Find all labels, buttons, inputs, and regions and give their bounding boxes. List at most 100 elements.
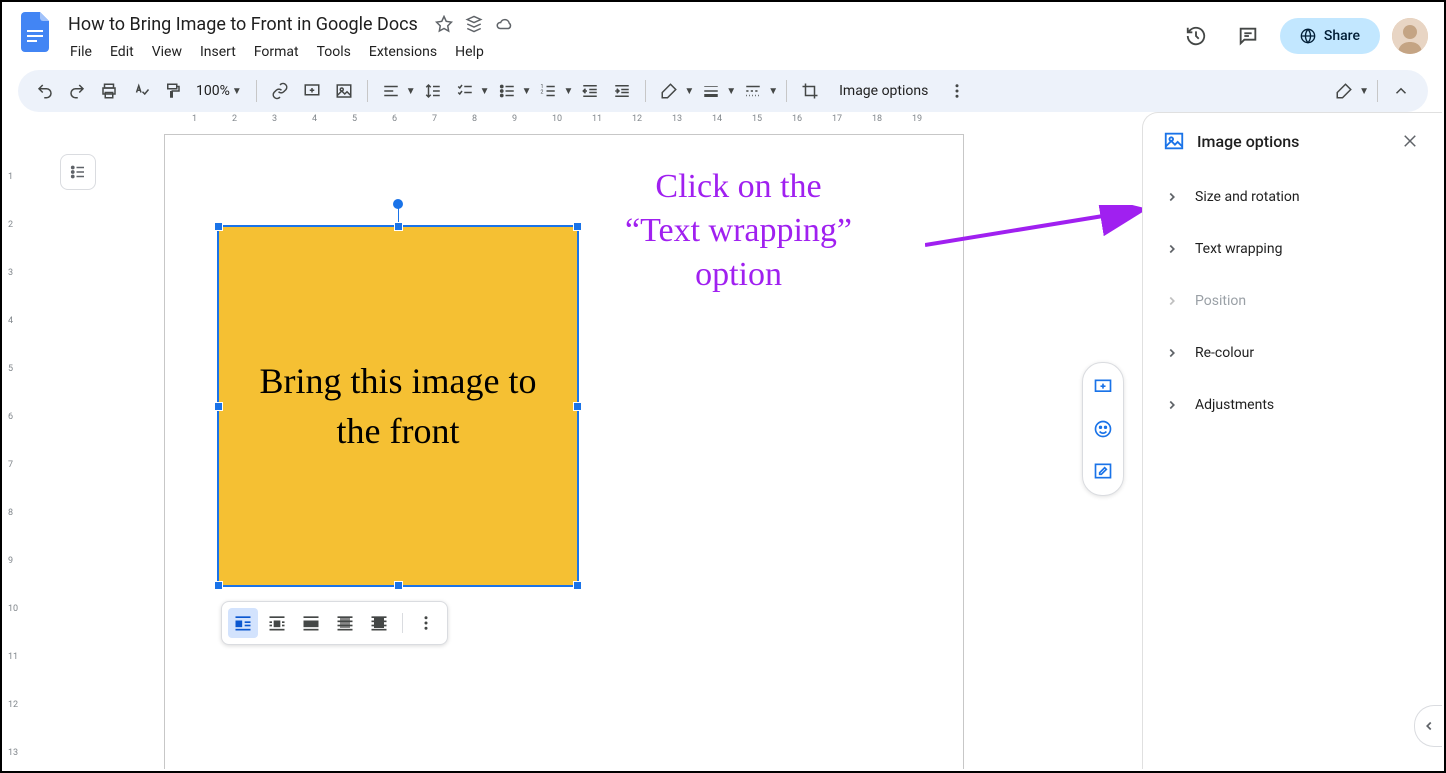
wrap-behind-button[interactable]: [330, 608, 360, 638]
image-icon: [1163, 130, 1185, 152]
menu-edit[interactable]: Edit: [102, 40, 142, 64]
menu-format[interactable]: Format: [246, 40, 307, 64]
star-icon[interactable]: [434, 14, 454, 34]
border-weight-button[interactable]: [696, 76, 726, 106]
close-icon[interactable]: [1398, 129, 1422, 153]
chevron-right-icon: [1165, 398, 1179, 412]
spellcheck-button[interactable]: [126, 76, 156, 106]
image-content: Bring this image to the front: [219, 227, 577, 585]
chevron-down-icon[interactable]: ▼: [1359, 86, 1369, 97]
page-side-actions: [1082, 362, 1124, 496]
move-icon[interactable]: [464, 14, 484, 34]
resize-handle-bl[interactable]: [214, 581, 223, 590]
chevron-right-icon: [1165, 190, 1179, 204]
wrap-more-button[interactable]: [411, 608, 441, 638]
chevron-down-icon: ▼: [232, 86, 242, 97]
horizontal-ruler: 1 2 3 4 5 6 7 8 9 10 11 12 13 14 15 16 1…: [164, 112, 1142, 132]
align-button[interactable]: [376, 76, 406, 106]
comments-icon[interactable]: [1228, 16, 1268, 56]
title-area: How to Bring Image to Front in Google Do…: [62, 10, 1176, 66]
resize-handle-ml[interactable]: [214, 402, 223, 411]
wrap-inline-button[interactable]: [228, 608, 258, 638]
wrap-front-button[interactable]: [364, 608, 394, 638]
collapse-toolbar-button[interactable]: [1386, 76, 1416, 106]
menu-tools[interactable]: Tools: [309, 40, 359, 64]
sidebar-item-text-wrapping[interactable]: Text wrapping: [1151, 223, 1434, 275]
resize-handle-mr[interactable]: [573, 402, 582, 411]
paint-format-button[interactable]: [158, 76, 188, 106]
image-wrap-toolbar: [221, 601, 448, 645]
history-icon[interactable]: [1176, 16, 1216, 56]
chevron-down-icon[interactable]: ▼: [522, 86, 532, 97]
sidebar-item-position: Position: [1151, 275, 1434, 327]
editing-mode-button[interactable]: [1329, 76, 1359, 106]
toolbar: 100% ▼ ▼ ▼ ▼ 12 ▼ ▼ ▼ ▼ Image options ▼: [18, 70, 1428, 112]
sidebar-item-adjustments[interactable]: Adjustments: [1151, 379, 1434, 431]
chevron-down-icon[interactable]: ▼: [726, 86, 736, 97]
chevron-right-icon: [1165, 242, 1179, 256]
line-spacing-button[interactable]: [418, 76, 448, 106]
undo-button[interactable]: [30, 76, 60, 106]
resize-handle-br[interactable]: [573, 581, 582, 590]
globe-icon: [1300, 28, 1316, 44]
redo-button[interactable]: [62, 76, 92, 106]
numbered-list-button[interactable]: 12: [533, 76, 563, 106]
chevron-down-icon[interactable]: ▼: [768, 86, 778, 97]
user-avatar[interactable]: [1392, 18, 1428, 54]
share-button[interactable]: Share: [1280, 18, 1380, 54]
menu-view[interactable]: View: [144, 40, 190, 64]
resize-handle-tl[interactable]: [214, 222, 223, 231]
menu-help[interactable]: Help: [447, 40, 492, 64]
menu-insert[interactable]: Insert: [192, 40, 244, 64]
image-options-button[interactable]: Image options: [827, 77, 940, 105]
cloud-status-icon[interactable]: [494, 14, 514, 34]
document-outline-button[interactable]: [60, 154, 96, 190]
vertical-ruler: 1 2 3 4 5 6 7 8 9 10 11 12 13: [4, 112, 24, 769]
document-canvas[interactable]: 1 2 3 4 5 6 7 8 9 10 11 12 13 14 15 16 1…: [24, 112, 1142, 769]
app-header: How to Bring Image to Front in Google Do…: [2, 2, 1444, 66]
chevron-down-icon[interactable]: ▼: [684, 86, 694, 97]
suggest-edits-button[interactable]: [1087, 455, 1119, 487]
sidebar-item-label: Text wrapping: [1195, 241, 1282, 257]
sidebar-item-label: Re-colour: [1195, 345, 1254, 361]
link-button[interactable]: [265, 76, 295, 106]
increase-indent-button[interactable]: [607, 76, 637, 106]
border-dash-button[interactable]: [738, 76, 768, 106]
more-options-button[interactable]: [942, 76, 972, 106]
resize-handle-tr[interactable]: [573, 222, 582, 231]
svg-text:2: 2: [541, 89, 544, 95]
header-right: Share: [1176, 16, 1428, 56]
chevron-right-icon: [1165, 294, 1179, 308]
border-color-button[interactable]: [654, 76, 684, 106]
menu-file[interactable]: File: [62, 40, 100, 64]
sidebar-title: Image options: [1197, 132, 1386, 151]
emoji-reaction-button[interactable]: [1087, 413, 1119, 445]
sidebar-item-size-rotation[interactable]: Size and rotation: [1151, 171, 1434, 223]
chevron-down-icon[interactable]: ▼: [406, 86, 416, 97]
annotation-arrow: [925, 205, 1142, 255]
wrap-text-button[interactable]: [262, 608, 292, 638]
docs-logo-icon[interactable]: [18, 14, 54, 50]
image-options-sidebar: Image options Size and rotation Text wra…: [1142, 112, 1442, 769]
print-button[interactable]: [94, 76, 124, 106]
crop-button[interactable]: [795, 76, 825, 106]
add-comment-button[interactable]: [297, 76, 327, 106]
chevron-right-icon: [1165, 346, 1179, 360]
resize-handle-tm[interactable]: [394, 222, 403, 231]
checklist-button[interactable]: [450, 76, 480, 106]
chevron-down-icon[interactable]: ▼: [563, 86, 573, 97]
bulleted-list-button[interactable]: [492, 76, 522, 106]
chevron-down-icon[interactable]: ▼: [480, 86, 490, 97]
insert-image-button[interactable]: [329, 76, 359, 106]
zoom-select[interactable]: 100% ▼: [190, 79, 248, 103]
decrease-indent-button[interactable]: [575, 76, 605, 106]
resize-handle-bm[interactable]: [394, 581, 403, 590]
wrap-break-button[interactable]: [296, 608, 326, 638]
sidebar-item-label: Adjustments: [1195, 397, 1274, 413]
document-title[interactable]: How to Bring Image to Front in Google Do…: [62, 12, 424, 37]
menu-extensions[interactable]: Extensions: [361, 40, 445, 64]
selected-image[interactable]: Bring this image to the front: [217, 225, 579, 587]
rotate-handle[interactable]: [393, 199, 403, 209]
add-comment-side-button[interactable]: [1087, 371, 1119, 403]
sidebar-item-recolour[interactable]: Re-colour: [1151, 327, 1434, 379]
